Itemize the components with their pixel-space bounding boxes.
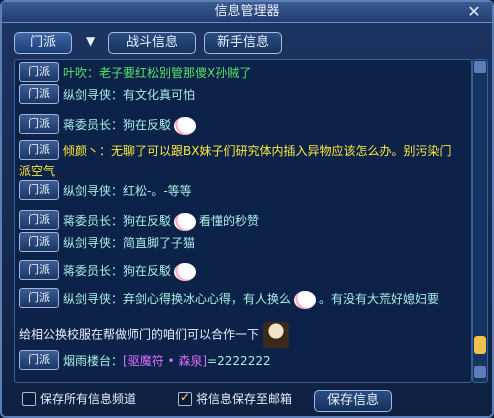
- message-panel[interactable]: 门派 叶吹：老子要红松别管那傻X孙贼了 门派 纵剑寻侠：有文化真可怕 门派 蒋委员长：狗在…: [14, 59, 472, 383]
- channel-tag-button[interactable]: 门派: [19, 62, 59, 82]
- message-text: 派空气: [19, 160, 55, 182]
- speaker-name[interactable]: 纵剑寻侠：: [63, 88, 123, 102]
- item-link[interactable]: [驱魔符 • 森泉]: [123, 354, 207, 368]
- message-body: 老子要红松别管那傻X孙贼了: [99, 66, 252, 80]
- speaker-name[interactable]: 蒋委员长：: [63, 118, 123, 132]
- message-text: 叶吹：老子要红松别管那傻X孙贼了: [63, 62, 251, 84]
- message-body: 给相公换校服在帮做师门的咱们可以合作一下: [19, 327, 260, 342]
- scroll-down-icon[interactable]: [474, 366, 486, 378]
- tab-sect[interactable]: 门派: [14, 32, 72, 54]
- message-body: 狗在反駁: [123, 118, 172, 132]
- scroll-up-icon[interactable]: [474, 61, 486, 73]
- channel-tag-button[interactable]: 门派: [19, 84, 59, 104]
- message-text: 纵剑寻侠：有文化真可怕: [63, 84, 195, 106]
- speaker-name[interactable]: 叶吹：: [63, 66, 99, 80]
- message-body: 派空气: [19, 164, 56, 178]
- scrollbar[interactable]: [472, 59, 488, 383]
- save-to-mailbox-checkbox[interactable]: [178, 390, 192, 406]
- speaker-name[interactable]: 蒋委员长：: [63, 264, 123, 278]
- message-body: 红松-。-等等: [123, 184, 192, 198]
- message-text: 纵剑寻侠：简直脚了子猫: [63, 232, 195, 254]
- speaker-name[interactable]: 纵剑寻侠：: [63, 236, 123, 250]
- speaker-name[interactable]: 倾颜丶：: [63, 144, 111, 158]
- message-body: 弃剑心得换冰心心得，有人换么: [123, 292, 292, 306]
- message-body-continued: 看懂的秒赞: [199, 214, 260, 228]
- message-body: 狗在反駁: [123, 214, 172, 228]
- chevron-down-icon[interactable]: ▼: [86, 34, 95, 48]
- channel-tag-button[interactable]: 门派: [19, 180, 59, 200]
- save-all-channels-label: 保存所有信息频道: [40, 392, 137, 406]
- window-title: 信息管理器: [214, 4, 280, 19]
- speaker-name[interactable]: 烟雨楼台：: [63, 354, 123, 368]
- message-body-continued: 。有没有大荒好媳妇要: [319, 292, 440, 306]
- message-body: 狗在反駁: [123, 264, 172, 278]
- channel-tag-button[interactable]: 门派: [19, 260, 59, 280]
- message-body: 简直脚了子猫: [123, 236, 196, 250]
- message-body: =2222222: [207, 354, 271, 368]
- footer-bar: 保存所有信息频道 将信息保存至邮箱 保存信息: [14, 390, 484, 412]
- channel-tag-button[interactable]: 门派: [19, 288, 59, 308]
- channel-tag-button[interactable]: 门派: [19, 350, 59, 370]
- emoji-icon: [174, 116, 197, 135]
- speaker-name[interactable]: 纵剑寻侠：: [63, 292, 123, 306]
- message-body: 有文化真可怕: [123, 88, 196, 102]
- emoji-icon: [294, 290, 317, 309]
- message-text: 纵剑寻侠：弃剑心得换冰心心得，有人换么 。有没有大荒好媳妇要: [63, 288, 439, 310]
- save-info-button[interactable]: 保存信息: [314, 390, 392, 412]
- emoji-icon: [174, 262, 197, 281]
- emoji-icon: [174, 212, 197, 231]
- channel-tag-button[interactable]: 门派: [19, 210, 59, 230]
- save-to-mailbox-label: 将信息保存至邮箱: [196, 392, 293, 406]
- message-text: 倾颜丶：无聊了可以跟BX妹子们研究体内插入异物应该怎么办。别污染门: [63, 140, 451, 162]
- close-icon[interactable]: ✕: [464, 2, 484, 22]
- speaker-name[interactable]: 纵剑寻侠：: [63, 184, 123, 198]
- character-avatar-icon: [263, 322, 290, 348]
- message-text: 蒋委员长：狗在反駁: [63, 260, 199, 282]
- message-text: 蒋委员长：狗在反駁 看懂的秒赞: [63, 210, 259, 232]
- channel-tag-button[interactable]: 门派: [19, 114, 59, 134]
- message-body: 无聊了可以跟BX妹子们研究体内插入异物应该怎么办。别污染门: [111, 144, 452, 158]
- tab-battle-info[interactable]: 战斗信息: [108, 32, 196, 54]
- info-manager-window: 信息管理器 ✕ 门派 ▼ 战斗信息 新手信息 门派 叶吹：老子要红松别管那傻X孙贼…: [0, 0, 494, 418]
- message-text: 烟雨楼台：[驱魔符 • 森泉]=2222222: [63, 350, 271, 372]
- speaker-name[interactable]: 蒋委员长：: [63, 214, 123, 228]
- channel-tag-button[interactable]: 门派: [19, 140, 59, 160]
- channel-tag-button[interactable]: 门派: [19, 232, 59, 252]
- title-bar: 信息管理器 ✕: [2, 2, 492, 23]
- message-text: 蒋委员长：狗在反駁: [63, 114, 199, 136]
- message-text: 纵剑寻侠：红松-。-等等: [63, 180, 192, 202]
- scroll-thumb[interactable]: [474, 336, 486, 354]
- tab-newbie-info[interactable]: 新手信息: [204, 32, 282, 54]
- save-all-channels-checkbox[interactable]: [22, 392, 36, 406]
- message-text: 给相公换校服在帮做师门的咱们可以合作一下: [19, 322, 290, 348]
